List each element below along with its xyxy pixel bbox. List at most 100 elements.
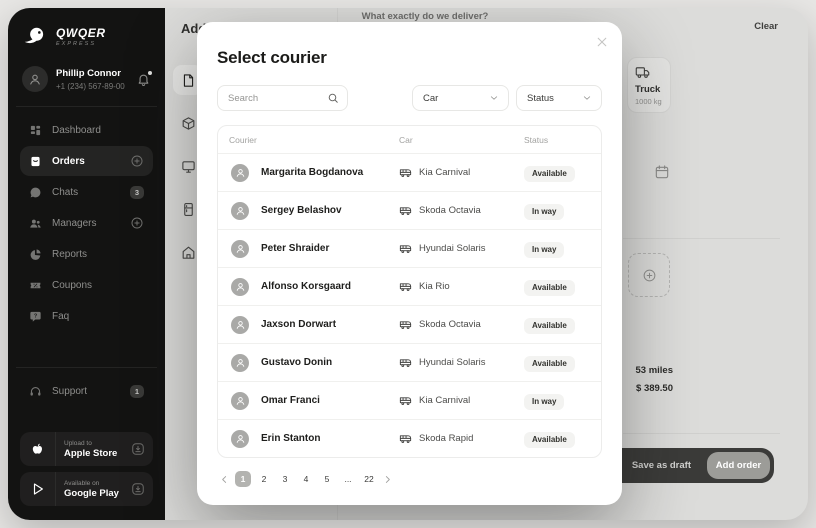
nav-item-label: Chats bbox=[52, 187, 78, 198]
headset-icon bbox=[29, 385, 42, 398]
table-row[interactable]: Margarita Bogdanova Kia Carnival Availab… bbox=[218, 153, 601, 191]
summary-divider bbox=[623, 433, 780, 434]
download-icon[interactable] bbox=[131, 442, 145, 456]
status-filter-select[interactable]: Status bbox=[516, 85, 602, 111]
car-name: Skoda Rapid bbox=[419, 433, 473, 444]
select-courier-modal: Select courier Car Status Courier Car St… bbox=[197, 22, 622, 505]
page-button[interactable]: 1 bbox=[235, 471, 251, 487]
page-button[interactable]: 3 bbox=[277, 471, 293, 487]
store-card[interactable]: Available on Google Play bbox=[20, 472, 153, 506]
truck-icon bbox=[635, 65, 650, 80]
avatar bbox=[231, 164, 249, 182]
sidebar-nav-item[interactable]: Coupons bbox=[20, 270, 153, 300]
sidebar-nav-item[interactable]: Orders bbox=[20, 146, 153, 176]
pagination-next-button[interactable] bbox=[382, 474, 393, 485]
person-icon bbox=[235, 281, 246, 292]
table-header: Courier Car Status bbox=[218, 126, 601, 153]
sidebar-item-support[interactable]: Support 1 bbox=[20, 376, 153, 406]
download-icon[interactable] bbox=[131, 482, 145, 496]
pagination-prev-button[interactable] bbox=[219, 474, 230, 485]
courier-name: Jaxson Dorwart bbox=[261, 319, 336, 330]
vehicle-card-truck[interactable]: Truck 1000 kg bbox=[627, 57, 671, 113]
table-row[interactable]: Peter Shraider Hyundai Solaris In way bbox=[218, 229, 601, 267]
category-icon bbox=[181, 159, 196, 174]
person-icon bbox=[235, 357, 246, 368]
table-row[interactable]: Omar Franci Kia Carnival In way bbox=[218, 381, 601, 419]
car-name: Hyundai Solaris bbox=[419, 243, 486, 254]
table-row[interactable]: Erin Stanton Skoda Rapid Available bbox=[218, 419, 601, 457]
avatar bbox=[231, 240, 249, 258]
avatar bbox=[231, 430, 249, 448]
nav-item-label: Reports bbox=[52, 249, 87, 260]
store-small-text: Available on bbox=[64, 480, 123, 487]
table-row[interactable]: Jaxson Dorwart Skoda Octavia Available bbox=[218, 305, 601, 343]
table-row[interactable]: Sergey Belashov Skoda Octavia In way bbox=[218, 191, 601, 229]
courier-name: Sergey Belashov bbox=[261, 205, 342, 216]
table-row[interactable]: Gustavo Donin Hyundai Solaris Available bbox=[218, 343, 601, 381]
store-card[interactable]: Upload to Apple Store bbox=[20, 432, 153, 466]
courier-name: Alfonso Korsgaard bbox=[261, 281, 351, 292]
page-button[interactable]: 5 bbox=[319, 471, 335, 487]
courier-name: Gustavo Donin bbox=[261, 357, 332, 368]
nav-item-label: Managers bbox=[52, 218, 96, 229]
calendar-icon[interactable] bbox=[654, 164, 670, 180]
plus-circle-icon[interactable] bbox=[130, 216, 144, 230]
car-filter-label: Car bbox=[423, 93, 438, 104]
summary-divider bbox=[623, 238, 780, 239]
add-order-button[interactable]: Add order bbox=[707, 452, 770, 479]
status-filter-label: Status bbox=[527, 93, 554, 104]
notifications-bell-icon[interactable] bbox=[136, 72, 151, 87]
bird-logo-icon bbox=[22, 24, 48, 50]
support-badge: 1 bbox=[130, 385, 144, 398]
courier-name: Peter Shraider bbox=[261, 243, 329, 254]
nav-item-icon bbox=[29, 310, 42, 323]
support-label: Support bbox=[52, 386, 87, 397]
column-header-car: Car bbox=[399, 135, 524, 145]
car-icon bbox=[399, 280, 412, 293]
sidebar-nav-item[interactable]: Faq bbox=[20, 301, 153, 331]
category-icon bbox=[181, 245, 196, 260]
sidebar-divider bbox=[16, 367, 157, 368]
car-name: Kia Carnival bbox=[419, 395, 470, 406]
brand-tagline: EXPRESS bbox=[56, 41, 106, 47]
user-name: Phillip Connor bbox=[56, 68, 125, 79]
status-badge: In way bbox=[524, 242, 564, 258]
user-profile: Phillip Connor +1 (234) 567-89-00 bbox=[20, 66, 153, 92]
courier-table: Courier Car Status Margarita Bogdanova K… bbox=[217, 125, 602, 458]
search-icon[interactable] bbox=[327, 92, 339, 104]
car-name: Hyundai Solaris bbox=[419, 357, 486, 368]
search-input[interactable] bbox=[228, 93, 327, 104]
car-icon bbox=[399, 356, 412, 369]
vehicle-weight: 1000 kg bbox=[635, 97, 670, 106]
add-item-dropzone[interactable] bbox=[628, 253, 670, 297]
plus-circle-icon[interactable] bbox=[130, 154, 144, 168]
section-question: What exactly do we deliver? bbox=[285, 11, 565, 22]
car-name: Skoda Octavia bbox=[419, 319, 481, 330]
store-icon bbox=[20, 472, 56, 506]
close-icon[interactable] bbox=[595, 35, 609, 49]
sidebar-bottom: Support 1 Upload to Apple Store bbox=[20, 353, 153, 506]
sidebar-nav-item[interactable]: Chats 3 bbox=[20, 177, 153, 207]
app-window: QWQER EXPRESS Phillip Connor +1 (234) 56… bbox=[8, 8, 808, 520]
person-icon bbox=[235, 433, 246, 444]
sidebar-nav-item[interactable]: Dashboard bbox=[20, 115, 153, 145]
page-button[interactable]: 2 bbox=[256, 471, 272, 487]
column-header-status: Status bbox=[524, 135, 601, 145]
save-as-draft-button[interactable]: Save as draft bbox=[632, 460, 691, 471]
page-button[interactable]: ... bbox=[340, 471, 356, 487]
sidebar-nav-item[interactable]: Reports bbox=[20, 239, 153, 269]
sidebar-nav-item[interactable]: Managers bbox=[20, 208, 153, 238]
store-small-text: Upload to bbox=[64, 440, 123, 447]
person-icon bbox=[235, 319, 246, 330]
car-icon bbox=[399, 318, 412, 331]
avatar bbox=[231, 202, 249, 220]
courier-name: Omar Franci bbox=[261, 395, 320, 406]
avatar bbox=[22, 66, 48, 92]
nav-item-label: Orders bbox=[52, 156, 85, 167]
table-row[interactable]: Alfonso Korsgaard Kia Rio Available bbox=[218, 267, 601, 305]
car-filter-select[interactable]: Car bbox=[412, 85, 509, 111]
page-button[interactable]: 4 bbox=[298, 471, 314, 487]
clear-button[interactable]: Clear bbox=[754, 21, 778, 32]
page-button[interactable]: 22 bbox=[361, 471, 377, 487]
car-icon bbox=[399, 166, 412, 179]
